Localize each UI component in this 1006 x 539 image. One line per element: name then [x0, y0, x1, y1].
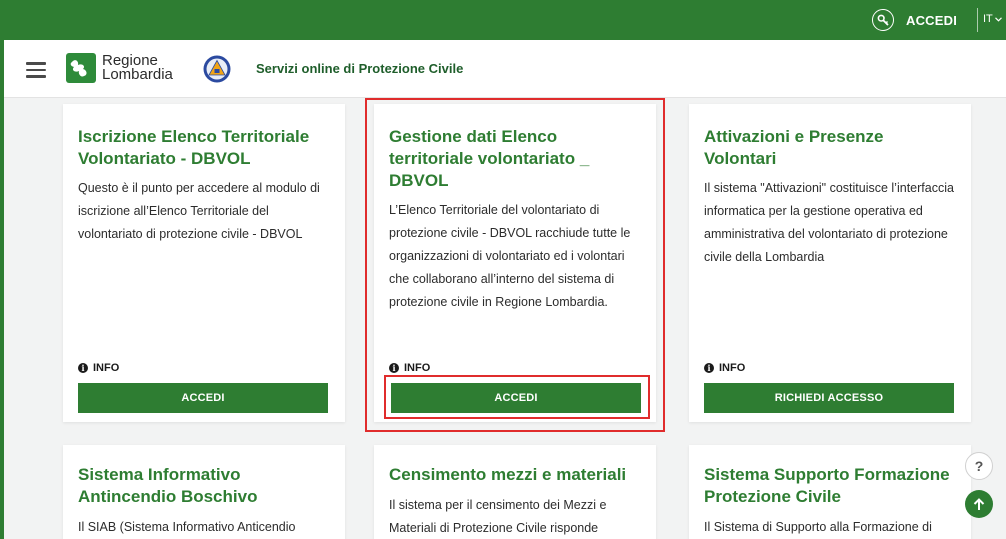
regione-lombardia-logo-mark — [66, 53, 96, 83]
card-title: Sistema Informativo Antincendio Boschivo — [78, 465, 258, 506]
site-header: Regione Lombardia Servizi online di Prot… — [0, 40, 1006, 98]
protezione-civile-emblem — [203, 55, 231, 83]
language-label: IT — [983, 13, 993, 25]
info-icon: i — [389, 363, 399, 373]
top-bar: ACCEDI IT — [0, 0, 1006, 40]
chevron-down-icon — [994, 16, 1002, 22]
hamburger-menu-icon[interactable] — [26, 62, 46, 78]
info-icon: i — [78, 363, 88, 373]
richiedi-accesso-button[interactable]: RICHIEDI ACCESSO — [704, 383, 954, 413]
card-title: Iscrizione Elenco Territoriale Volontari… — [78, 127, 310, 168]
card-description: Il SIAB (Sistema Informativo Anticendio — [78, 520, 296, 534]
info-link[interactable]: i INFO — [704, 362, 745, 374]
service-card-formazione: Sistema Supporto Formazione Protezione C… — [689, 445, 971, 539]
card-title: Sistema Supporto Formazione Protezione C… — [704, 465, 950, 506]
info-label: INFO — [719, 362, 746, 374]
logo-line-2: Lombardia — [102, 66, 173, 83]
info-icon: i — [704, 363, 714, 373]
key-icon — [872, 9, 894, 31]
service-card-censimento: Censimento mezzi e materiali Il sistema … — [374, 445, 656, 539]
card-description: Il sistema "Attivazioni" costituisce l’i… — [704, 181, 954, 264]
card-description: Questo è il punto per accedere al modulo… — [78, 181, 320, 241]
info-label: INFO — [93, 362, 120, 374]
login-link[interactable]: ACCEDI — [872, 9, 957, 31]
arrow-up-icon — [973, 497, 985, 510]
info-link[interactable]: i INFO — [389, 362, 430, 374]
page-title: Servizi online di Protezione Civile — [256, 61, 464, 76]
window-border — [0, 0, 4, 539]
card-description: L’Elenco Territoriale del volontariato d… — [389, 203, 631, 309]
logo-text: Regione Lombardia — [102, 53, 173, 83]
login-label: ACCEDI — [906, 12, 958, 28]
service-card-siab: Sistema Informativo Antincendio Boschivo… — [63, 445, 345, 539]
service-card-iscrizione: Iscrizione Elenco Territoriale Volontari… — [63, 104, 345, 422]
accedi-button[interactable]: ACCEDI — [391, 383, 641, 413]
card-description: Il sistema per il censimento dei Mezzi e… — [389, 498, 607, 535]
service-card-attivazioni: Attivazioni e Presenze Volontari Il sist… — [689, 104, 971, 422]
language-selector[interactable]: IT — [983, 13, 1002, 25]
help-icon[interactable]: ? — [965, 452, 993, 480]
info-link[interactable]: i INFO — [78, 362, 119, 374]
topbar-divider — [977, 8, 978, 32]
info-label: INFO — [404, 362, 431, 374]
card-title: Censimento mezzi e materiali — [389, 465, 627, 484]
service-card-gestione-dati: Gestione dati Elenco territoriale volont… — [374, 104, 656, 422]
regione-lombardia-logo[interactable]: Regione Lombardia — [66, 53, 173, 83]
accedi-button[interactable]: ACCEDI — [78, 383, 328, 413]
card-description: Il Sistema di Supporto alla Formazione d… — [704, 520, 932, 534]
card-title: Attivazioni e Presenze Volontari — [704, 127, 884, 168]
scroll-top-button[interactable] — [965, 490, 993, 518]
card-title: Gestione dati Elenco territoriale volont… — [389, 127, 590, 190]
